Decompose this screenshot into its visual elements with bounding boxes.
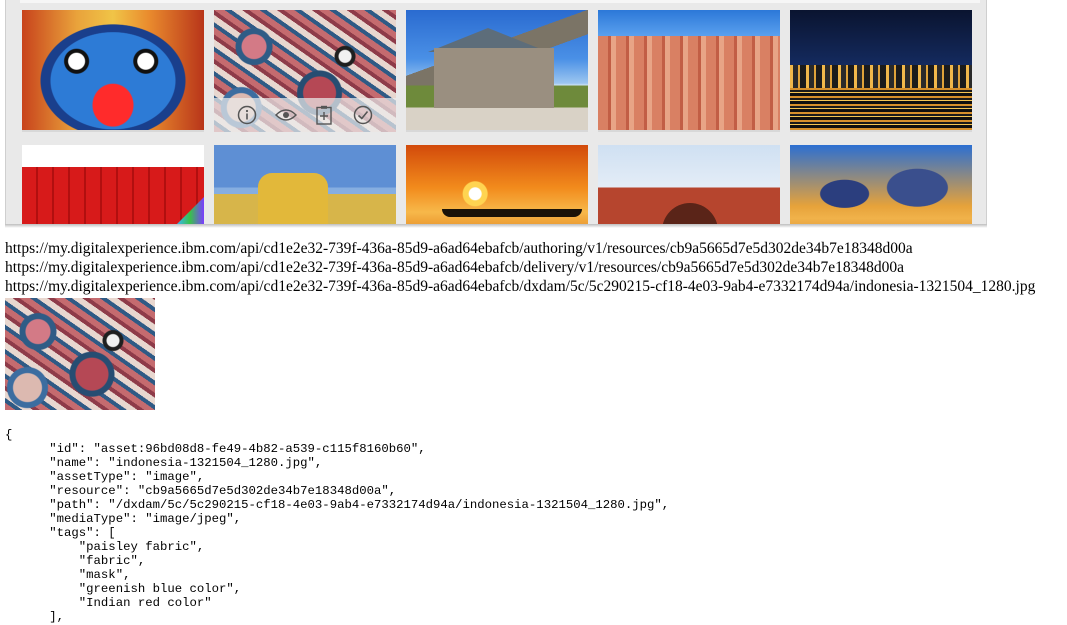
gallery-thumb-4[interactable] [598,10,780,132]
gallery-thumb-2[interactable] [214,10,396,132]
thumb-image [406,145,588,226]
info-icon[interactable] [236,104,258,126]
thumb-action-bar [214,98,396,132]
gallery-thumb-8[interactable] [406,145,588,226]
thumb-image [406,10,588,132]
clipboard-add-icon[interactable] [313,104,335,126]
gallery-thumb-1[interactable] [22,10,204,132]
asset-preview-image [5,298,155,410]
gallery-thumb-7[interactable] [214,145,396,226]
gallery-thumb-10[interactable] [790,145,972,226]
gallery-thumb-9[interactable] [598,145,780,226]
dxdam-url: https://my.digitalexperience.ibm.com/api… [5,278,1036,295]
authoring-url: https://my.digitalexperience.ibm.com/api… [5,240,913,257]
thumb-divider [598,130,780,132]
thumb-image [790,145,972,226]
thumb-image [22,145,204,226]
gallery-thumb-5[interactable] [790,10,972,132]
gallery-thumb-6[interactable] [22,145,204,226]
delivery-url: https://my.digitalexperience.ibm.com/api… [5,259,905,276]
thumb-image [598,10,780,132]
check-circle-icon[interactable] [352,104,374,126]
thumb-divider [790,130,972,132]
gallery-thumb-3[interactable] [406,10,588,132]
thumb-divider [22,130,204,132]
thumb-divider [406,130,588,132]
gallery-bottom-shadow [5,224,987,228]
eye-icon[interactable] [274,104,297,126]
thumb-image [22,10,204,132]
thumb-image [790,10,972,132]
asset-json-output: { "id": "asset:96bd08d8-fe49-4b82-a539-c… [5,428,670,624]
thumb-image [598,145,780,226]
thumb-image [214,145,396,226]
image-gallery [5,0,987,227]
gallery-top-edge [20,0,980,3]
